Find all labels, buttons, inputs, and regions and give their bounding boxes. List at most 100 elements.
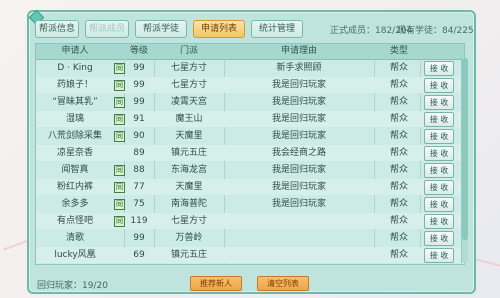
application-type: 帮众 [389, 114, 408, 124]
table-row[interactable]: “冒昧其乳” 同 99 凌霄天宫 我是回归玩家 帮众 接 收 [36, 94, 464, 110]
application-type: 帮众 [389, 131, 408, 141]
application-type: 帮众 [389, 199, 408, 209]
application-reason [224, 213, 374, 229]
table-row[interactable]: 湿璃 同 91 魔王山 我是回归玩家 帮众 接 收 [36, 111, 464, 127]
applicant-level: 99 [133, 63, 145, 73]
header-school: 门派 [179, 46, 198, 56]
applicant-school: 东海龙宫 [170, 165, 207, 175]
accept-button[interactable]: 接 收 [424, 129, 454, 144]
applicant-name: 闻智真 [61, 165, 89, 175]
accept-button[interactable]: 接 收 [424, 78, 454, 93]
accept-button[interactable]: 接 收 [424, 248, 454, 263]
apprentice-count: 现有学徒：84/225 [397, 26, 474, 36]
applicant-level: 75 [133, 199, 145, 209]
applicant-name: 粉红内裤 [56, 182, 93, 192]
applicant-name: D · King [57, 63, 93, 73]
tab-guild-info[interactable]: 帮派信息 [35, 20, 79, 38]
accept-button[interactable]: 接 收 [424, 197, 454, 212]
applicant-level: 99 [133, 97, 145, 107]
clear-list-button[interactable]: 清空列表 [257, 276, 309, 291]
applicant-level: 99 [133, 233, 145, 243]
table-row[interactable]: 余多多 同 75 南海普陀 我是回归玩家 帮众 接 收 [36, 196, 464, 212]
application-type: 帮众 [389, 233, 408, 243]
applicant-name: 八荒剑除采集 [47, 131, 102, 141]
application-type: 帮众 [389, 97, 408, 107]
accept-button[interactable]: 接 收 [424, 61, 454, 76]
accept-button[interactable]: 接 收 [424, 180, 454, 195]
applicant-school: 天魔里 [175, 131, 203, 141]
application-reason: 我是回归玩家 [271, 80, 326, 90]
application-reason: 我是回归玩家 [271, 131, 326, 141]
applicant-level: 77 [133, 182, 145, 192]
accept-button[interactable]: 接 收 [424, 231, 454, 246]
applicant-name: 有点怪吧 [56, 216, 93, 226]
applicant-level: 69 [133, 250, 145, 260]
applicant-name: 清歌 [65, 233, 84, 243]
application-reason: 我是回归玩家 [271, 114, 326, 124]
scrollbar-thumb[interactable] [462, 58, 468, 240]
accept-button[interactable]: 接 收 [424, 95, 454, 110]
applicant-school: 万兽岭 [175, 233, 203, 243]
application-reason: 我是回归玩家 [271, 182, 326, 192]
applicant-school: 七星方寸 [170, 63, 207, 73]
accept-button[interactable]: 接 收 [424, 163, 454, 178]
application-type: 帮众 [389, 216, 408, 226]
applicant-name: 凉星奈香 [56, 148, 93, 158]
application-reason: 新手求照顾 [276, 63, 322, 73]
applicant-school: 魔王山 [175, 114, 203, 124]
table-row[interactable]: 凉星奈香 89 镇元五庄 我会经商之路 帮众 接 收 [36, 145, 464, 161]
application-type: 帮众 [389, 148, 408, 158]
applicant-school: 镇元五庄 [170, 148, 207, 158]
applicant-school: 凌霄天宫 [170, 97, 207, 107]
table-row[interactable]: D · King 同 99 七星方寸 新手求照顾 帮众 接 收 [36, 60, 464, 76]
applicant-school: 镇元五庄 [170, 250, 207, 260]
applicant-school: 七星方寸 [170, 216, 207, 226]
applicant-level: 119 [130, 216, 148, 226]
applicant-level: 90 [133, 131, 145, 141]
table-row[interactable]: 药娘子！ 同 99 七星方寸 我是回归玩家 帮众 接 收 [36, 77, 464, 93]
application-reason [224, 230, 374, 246]
tab-guild-members[interactable]: 帮派成员 [85, 20, 129, 38]
applicant-school: 七星方寸 [170, 80, 207, 90]
applicant-name: 湿璃 [65, 114, 84, 124]
applicant-name: 药娘子！ [56, 80, 93, 90]
table-row[interactable]: 粉红内裤 同 77 天魔里 我是回归玩家 帮众 接 收 [36, 179, 464, 195]
application-type: 帮众 [389, 182, 408, 192]
tab-guild-apprentices[interactable]: 帮派学徒 [135, 20, 187, 38]
table-header: 申请人 等级 门派 申请理由 类型 [36, 44, 464, 60]
applicant-school: 南海普陀 [170, 199, 207, 209]
application-type: 帮众 [389, 165, 408, 175]
applicant-level: 88 [133, 165, 145, 175]
table-row[interactable]: lucky风凰 69 镇元五庄 帮众 接 收 [36, 247, 464, 263]
applicant-name: “冒昧其乳” [52, 97, 98, 107]
table-row[interactable]: 清歌 99 万兽岭 帮众 接 收 [36, 230, 464, 246]
header-applicant: 申请人 [61, 46, 89, 56]
accept-button[interactable]: 接 收 [424, 214, 454, 229]
table-row[interactable]: 有点怪吧 同 119 七星方寸 帮众 接 收 [36, 213, 464, 229]
accept-button[interactable]: 接 收 [424, 146, 454, 161]
applicant-level: 99 [133, 80, 145, 90]
header-type: 类型 [389, 46, 408, 56]
recommend-newcomer-button[interactable]: 推荐新人 [190, 276, 242, 291]
table-scrollbar[interactable] [461, 58, 468, 263]
application-table: 申请人 等级 门派 申请理由 类型 D · King 同 99 七星方寸 新手求… [35, 43, 465, 265]
accept-button[interactable]: 接 收 [424, 112, 454, 127]
application-type: 帮众 [389, 80, 408, 90]
application-reason [224, 247, 374, 263]
application-type: 帮众 [389, 250, 408, 260]
returning-player-count: 回归玩家：19/20 [37, 281, 108, 291]
application-reason: 我是回归玩家 [271, 199, 326, 209]
applicant-name: lucky风凰 [54, 250, 96, 260]
table-row[interactable]: 闻智真 同 88 东海龙宫 我是回归玩家 帮众 接 收 [36, 162, 464, 178]
table-row[interactable]: 八荒剑除采集 同 90 天魔里 我是回归玩家 帮众 接 收 [36, 128, 464, 144]
application-reason: 我会经商之路 [271, 148, 326, 158]
applicant-school: 天魔里 [175, 182, 203, 192]
applicant-level: 89 [133, 148, 145, 158]
application-reason: 我是回归玩家 [271, 165, 326, 175]
applicant-level: 91 [133, 114, 145, 124]
tab-statistics[interactable]: 统计管理 [251, 20, 303, 38]
applicant-name: 余多多 [61, 199, 89, 209]
application-type: 帮众 [389, 63, 408, 73]
header-level: 等级 [129, 46, 148, 56]
tab-application-list[interactable]: 申请列表 [193, 20, 245, 38]
